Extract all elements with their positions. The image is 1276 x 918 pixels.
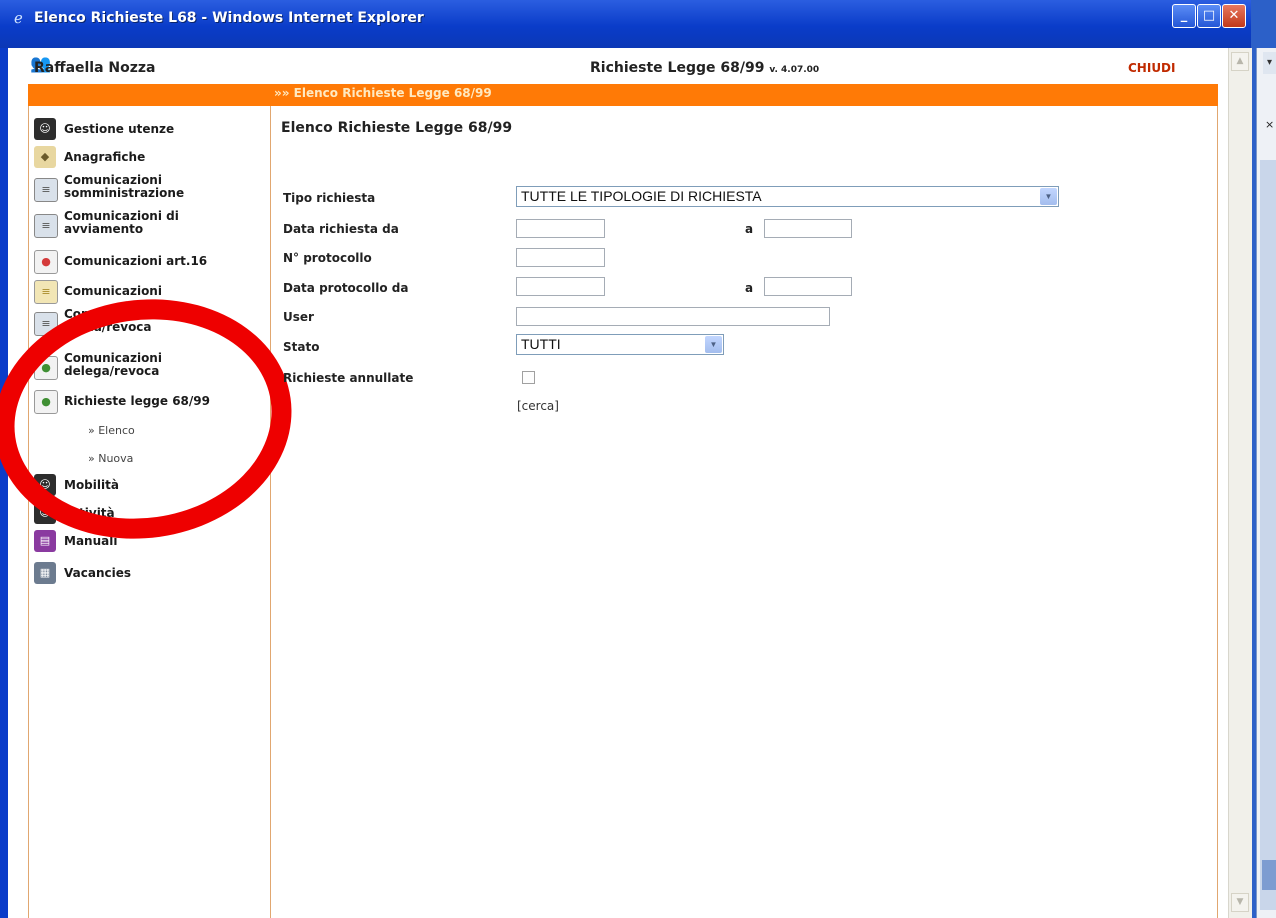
background-window-scroll-thumb[interactable]: [1262, 860, 1276, 890]
content-border-right: [1217, 106, 1218, 918]
sub-item-elenco[interactable]: » Elenco: [88, 424, 135, 437]
sidebar-item-label: Gestione utenze: [64, 122, 175, 136]
breadcrumb: »» Elenco Richieste Legge 68/99: [274, 86, 492, 100]
books-icon: ▤: [34, 530, 56, 552]
scroll-down-arrow-icon[interactable]: ▼: [1231, 893, 1249, 912]
sub-item-nuova[interactable]: » Nuova: [88, 452, 133, 465]
background-window-scrollbar[interactable]: [1260, 160, 1276, 910]
stato-select[interactable]: TUTTI ▼: [516, 334, 724, 355]
tipo-richiesta-label: Tipo richiesta: [283, 191, 376, 205]
scroll-up-arrow-icon[interactable]: ▲: [1231, 52, 1249, 71]
vacancies-icon: ▦: [34, 562, 56, 584]
cerca-link[interactable]: [cerca]: [517, 399, 559, 413]
app-version: v. 4.07.00: [769, 65, 820, 75]
user-label: User: [283, 310, 314, 324]
document-green-icon: ●: [34, 390, 58, 414]
document-green-icon: ●: [34, 356, 58, 380]
maximize-button[interactable]: □: [1197, 4, 1221, 28]
chevron-down-icon[interactable]: ▼: [1040, 188, 1057, 205]
sidebar-menu: ☺ Gestione utenze ◆ Anagrafiche ≡ Comuni…: [0, 0, 270, 918]
close-icon[interactable]: ×: [1265, 118, 1275, 132]
data-richiesta-label: Data richiesta da: [283, 222, 399, 236]
sidebar-item-label: delega/revoca: [64, 364, 160, 378]
protocollo-input[interactable]: [516, 248, 605, 267]
stato-value: TUTTI: [521, 336, 561, 352]
minimize-button[interactable]: _: [1172, 4, 1196, 28]
user-admin-icon: ☺: [34, 474, 56, 496]
data-richiesta-a-input[interactable]: [764, 219, 852, 238]
annullate-checkbox[interactable]: [522, 371, 535, 384]
user-admin-icon: ☺: [34, 502, 56, 524]
content-border-left: [270, 106, 271, 918]
document-yellow-icon: ≡: [34, 280, 58, 304]
vertical-scrollbar[interactable]: [1228, 48, 1252, 918]
tipo-richiesta-select[interactable]: TUTTE LE TIPOLOGIE DI RICHIESTA ▼: [516, 186, 1059, 207]
sidebar-item-label: Comunicazioni: [64, 351, 162, 365]
sidebar-item-label: somministrazione: [64, 186, 185, 200]
document-icon: ≡: [34, 214, 58, 238]
data-richiesta-da-input[interactable]: [516, 219, 605, 238]
sidebar-item-label: Comunicazioni: [64, 284, 162, 298]
data-protocollo-a-input[interactable]: [764, 277, 852, 296]
chevron-down-icon[interactable]: ▾: [1263, 52, 1276, 74]
tipo-richiesta-value: TUTTE LE TIPOLOGIE DI RICHIESTA: [521, 188, 762, 204]
user-input[interactable]: [516, 307, 830, 326]
data-protocollo-da-input[interactable]: [516, 277, 605, 296]
sidebar-item-label: Vacancies: [64, 566, 131, 580]
card-icon: ◆: [34, 146, 56, 168]
data-protocollo-label: Data protocollo da: [283, 281, 409, 295]
sidebar-item-label: avviamento: [64, 222, 144, 236]
sidebar-item-label: Attività: [64, 506, 115, 520]
document-red-icon: ●: [34, 250, 58, 274]
sidebar-item-label: affilia/revoca: [64, 320, 152, 334]
sidebar-item-label: Richieste legge 68/99: [64, 394, 210, 408]
data-richiesta-a-label: a: [745, 222, 754, 236]
document-icon: ≡: [34, 312, 58, 336]
stato-label: Stato: [283, 340, 320, 354]
sidebar-item-label: Manuali: [64, 534, 118, 548]
sidebar-item-label: Comunicazioni art.16: [64, 254, 208, 268]
app-title-text: Richieste Legge 68/99: [590, 60, 765, 76]
chevron-down-icon[interactable]: ▼: [705, 336, 722, 353]
data-protocollo-a-label: a: [745, 281, 754, 295]
page-title: Elenco Richieste Legge 68/99: [281, 120, 513, 136]
app-title: Richieste Legge 68/99 v. 4.07.00: [590, 60, 819, 76]
user-admin-icon: ☺: [34, 118, 56, 140]
sidebar-item-label: Mobilità: [64, 478, 119, 492]
annullate-label: Richieste annullate: [283, 371, 414, 385]
chiudi-link[interactable]: CHIUDI: [1128, 61, 1175, 75]
sidebar-item-label: Comunicazioni di: [64, 209, 179, 223]
protocollo-label: N° protocollo: [283, 251, 372, 265]
sidebar-item-label: Comunicazioni: [64, 173, 162, 187]
document-icon: ≡: [34, 178, 58, 202]
sidebar-item-label: Anagrafiche: [64, 150, 146, 164]
sidebar-item-label: Comunicazioni: [64, 307, 162, 321]
close-window-button[interactable]: ✕: [1222, 4, 1246, 28]
